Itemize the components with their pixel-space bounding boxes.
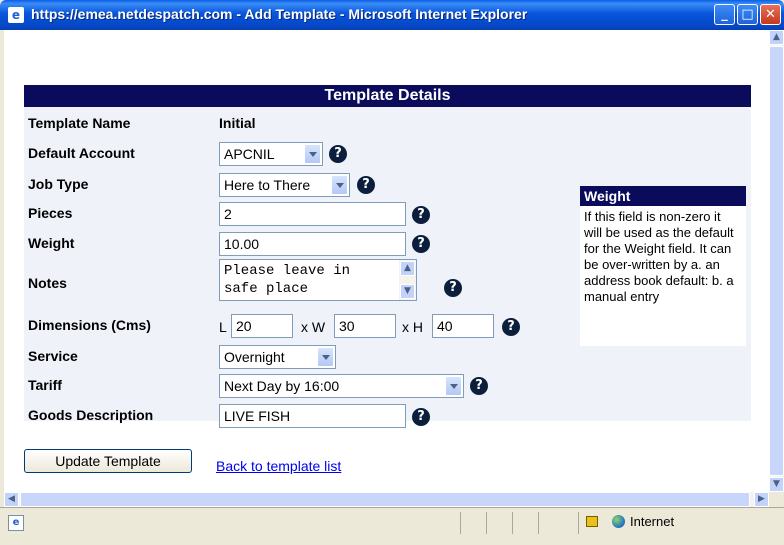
- chevron-down-icon[interactable]: [304, 144, 321, 164]
- back-to-template-list-link[interactable]: Back to template list: [216, 458, 341, 474]
- service-value: Overnight: [224, 349, 285, 365]
- help-icon-pieces[interactable]: ?: [412, 206, 430, 224]
- browser-window: e https://emea.netdespatch.com - Add Tem…: [0, 0, 784, 545]
- status-divider: [486, 512, 487, 534]
- panel-heading: Template Details: [24, 85, 751, 107]
- pieces-input[interactable]: 2: [219, 202, 406, 226]
- horizontal-scroll-thumb[interactable]: [20, 492, 750, 507]
- close-button[interactable]: ✕: [760, 4, 781, 25]
- default-account-label: Default Account: [28, 145, 135, 161]
- notes-value: Please leave in safe place: [224, 263, 351, 297]
- vertical-scrollbar[interactable]: ▲ ▼: [769, 30, 784, 492]
- help-box-text: If this field is non-zero it will be use…: [584, 209, 734, 304]
- status-divider: [460, 512, 461, 534]
- dimension-w-input[interactable]: 30: [334, 314, 396, 338]
- template-name-label: Template Name: [28, 115, 131, 131]
- scrollbar-corner: [769, 492, 784, 507]
- dimension-h-label: x H: [402, 319, 423, 335]
- job-type-select[interactable]: Here to There: [219, 173, 350, 197]
- scroll-down-icon[interactable]: ▼: [769, 477, 784, 492]
- field-help-box: Weight If this field is non-zero it will…: [580, 186, 746, 346]
- lock-icon: [586, 516, 598, 527]
- template-name-value: Initial: [219, 115, 256, 131]
- default-account-select[interactable]: APCNIL: [219, 142, 323, 166]
- job-type-label: Job Type: [28, 176, 89, 192]
- dimension-l-label: L: [219, 319, 227, 335]
- globe-icon: [612, 515, 625, 528]
- notes-scrollbar[interactable]: ▲ ▼: [399, 260, 416, 300]
- dimension-w-label: x W: [301, 319, 326, 335]
- help-icon-tariff[interactable]: ?: [470, 377, 488, 395]
- weight-label: Weight: [28, 235, 75, 251]
- ie-icon: e: [8, 7, 24, 23]
- page-icon: e: [8, 515, 24, 531]
- scroll-left-icon[interactable]: ◀: [4, 492, 19, 507]
- tariff-label: Tariff: [28, 377, 62, 393]
- status-divider: [538, 512, 539, 534]
- job-type-value: Here to There: [224, 177, 311, 193]
- help-icon-job-type[interactable]: ?: [357, 176, 375, 194]
- window-title: https://emea.netdespatch.com - Add Templ…: [31, 6, 528, 22]
- notes-label: Notes: [28, 275, 67, 291]
- chevron-down-icon[interactable]: [317, 347, 334, 367]
- minimize-button[interactable]: _: [714, 4, 735, 25]
- tariff-select[interactable]: Next Day by 16:00: [219, 374, 464, 398]
- service-label: Service: [28, 348, 78, 364]
- status-divider: [578, 512, 579, 534]
- scroll-down-icon[interactable]: ▼: [400, 284, 415, 299]
- goods-description-label: Goods Description: [28, 407, 154, 423]
- help-icon-notes[interactable]: ?: [444, 279, 462, 297]
- help-icon-goods-description[interactable]: ?: [412, 408, 430, 426]
- maximize-button[interactable]: □: [737, 4, 758, 25]
- vertical-scroll-thumb[interactable]: [769, 46, 784, 476]
- dimensions-label: Dimensions (Cms): [28, 317, 151, 333]
- pieces-label: Pieces: [28, 205, 73, 221]
- title-bar[interactable]: e https://emea.netdespatch.com - Add Tem…: [0, 0, 784, 30]
- help-icon-dimensions[interactable]: ?: [502, 318, 520, 336]
- status-divider: [512, 512, 513, 534]
- weight-input[interactable]: 10.00: [219, 232, 406, 256]
- dimension-h-input[interactable]: 40: [432, 314, 494, 338]
- scroll-right-icon[interactable]: ▶: [754, 492, 769, 507]
- chevron-down-icon[interactable]: [331, 175, 348, 195]
- help-icon-default-account[interactable]: ?: [329, 145, 347, 163]
- update-template-button[interactable]: Update Template: [24, 449, 192, 473]
- scroll-up-icon[interactable]: ▲: [769, 30, 784, 45]
- chevron-down-icon[interactable]: [445, 376, 462, 396]
- scroll-up-icon[interactable]: ▲: [400, 261, 415, 276]
- help-box-title: Weight: [580, 186, 746, 206]
- notes-textarea[interactable]: Please leave in safe place ▲ ▼: [219, 259, 417, 301]
- horizontal-scrollbar[interactable]: ◀ ▶: [4, 492, 769, 507]
- default-account-value: APCNIL: [224, 146, 275, 162]
- service-select[interactable]: Overnight: [219, 345, 336, 369]
- status-bar: e Internet: [0, 507, 784, 545]
- help-icon-weight[interactable]: ?: [412, 235, 430, 253]
- page-content: Template Details Template Name Initial D…: [4, 30, 769, 492]
- security-zone-label: Internet: [630, 514, 675, 529]
- tariff-value: Next Day by 16:00: [224, 378, 340, 394]
- dimension-l-input[interactable]: 20: [231, 314, 293, 338]
- goods-description-input[interactable]: LIVE FISH: [219, 404, 406, 428]
- template-details-panel: Template Details Template Name Initial D…: [24, 85, 751, 428]
